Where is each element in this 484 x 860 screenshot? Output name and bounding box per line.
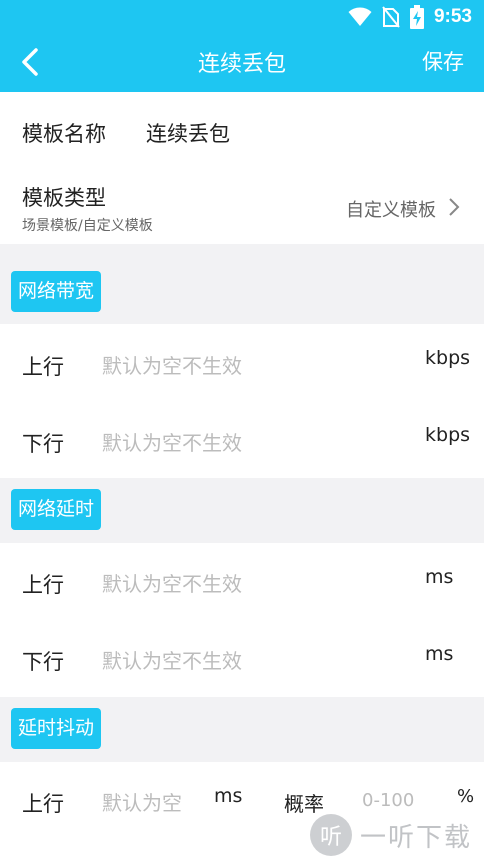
status-time: 9:53 <box>433 6 472 27</box>
unit-label: ms <box>214 785 243 807</box>
bandwidth-downlink-row: 下行 默认为空不生效 kbps <box>0 401 484 478</box>
probability-label: 概率 <box>284 792 324 816</box>
watermark-text: 一听下载 <box>359 822 472 853</box>
section-title: 网络延时 <box>11 489 102 530</box>
template-type-label: 模板类型 <box>22 186 106 210</box>
section-bandwidth: 网络带宽 <box>0 244 484 324</box>
top-bar: 9:53 连续丢包 保存 <box>0 0 484 92</box>
save-button[interactable]: 保存 <box>422 46 464 76</box>
probability-input[interactable]: 0-100 <box>362 790 414 811</box>
battery-charging-icon <box>409 5 424 29</box>
template-name-row[interactable]: 模板名称 连续丢包 <box>0 92 484 168</box>
status-bar: 9:53 <box>0 0 484 34</box>
section-jitter: 延时抖动 <box>0 697 484 762</box>
downlink-label: 下行 <box>22 650 64 674</box>
watermark: 听 一听下载 <box>309 814 472 856</box>
uplink-label: 上行 <box>22 792 64 816</box>
uplink-label: 上行 <box>22 573 64 597</box>
latency-downlink-row: 下行 默认为空不生效 ms <box>0 620 484 697</box>
status-icons: 9:53 <box>348 4 472 30</box>
chevron-right-icon <box>449 198 460 216</box>
template-name-value[interactable]: 连续丢包 <box>146 118 230 148</box>
section-title: 延时抖动 <box>11 708 102 749</box>
latency-downlink-input[interactable]: 默认为空不生效 <box>102 645 242 674</box>
unit-label: ms <box>425 643 454 665</box>
app-bar: 连续丢包 保存 <box>0 34 484 92</box>
bandwidth-downlink-input[interactable]: 默认为空不生效 <box>102 427 242 456</box>
section-latency: 网络延时 <box>0 478 484 543</box>
unit-label: kbps <box>425 424 471 446</box>
watermark-logo-icon: 听 <box>309 814 352 856</box>
bandwidth-uplink-input[interactable]: 默认为空不生效 <box>102 350 242 379</box>
latency-uplink-input[interactable]: 默认为空不生效 <box>102 568 242 597</box>
wifi-icon <box>348 7 372 26</box>
bandwidth-uplink-row: 上行 默认为空不生效 kbps <box>0 324 484 401</box>
page-title: 连续丢包 <box>197 52 286 77</box>
jitter-uplink-input[interactable]: 默认为空 <box>102 787 182 816</box>
template-type-subtitle: 场景模板/自定义模板 <box>22 218 153 234</box>
template-type-value[interactable]: 自定义模板 <box>346 196 436 222</box>
no-sim-icon <box>382 6 400 28</box>
downlink-label: 下行 <box>22 432 64 456</box>
latency-uplink-row: 上行 默认为空不生效 ms <box>0 543 484 620</box>
section-title: 网络带宽 <box>11 271 102 312</box>
percent-unit: % <box>457 786 475 807</box>
unit-label: ms <box>425 566 454 588</box>
unit-label: kbps <box>425 347 471 369</box>
uplink-label: 上行 <box>22 355 64 379</box>
template-name-label: 模板名称 <box>22 122 106 146</box>
template-type-row[interactable]: 模板类型 场景模板/自定义模板 自定义模板 <box>0 168 484 244</box>
